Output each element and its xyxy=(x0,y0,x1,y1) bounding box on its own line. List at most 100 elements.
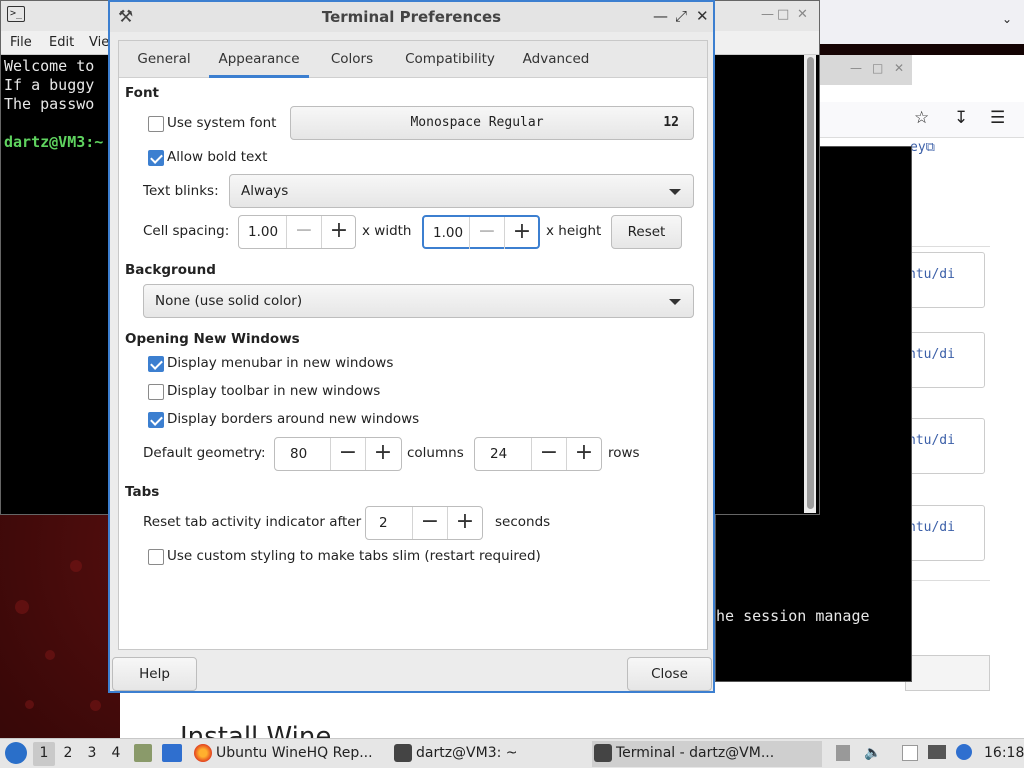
desktop-icon[interactable] xyxy=(162,744,182,762)
minus-icon[interactable]: − xyxy=(286,216,321,248)
reset-activity-value[interactable]: 2 xyxy=(379,515,388,531)
rows-value[interactable]: 24 xyxy=(490,446,507,462)
allow-bold-checkbox[interactable] xyxy=(148,150,164,166)
plus-icon[interactable]: + xyxy=(365,438,400,470)
minus-icon[interactable]: − xyxy=(330,438,365,470)
close-icon[interactable]: ✕ xyxy=(797,7,808,22)
plus-icon[interactable]: + xyxy=(321,216,356,248)
terminal-line: The passwo xyxy=(4,95,95,113)
menu-edit[interactable]: Edit xyxy=(49,35,74,50)
tab-compatibility[interactable]: Compatibility xyxy=(395,41,505,78)
cell-width-spinner[interactable]: 1.00 − + xyxy=(238,215,356,249)
tab-colors[interactable]: Colors xyxy=(319,41,385,78)
workspace-4[interactable]: 4 xyxy=(105,742,127,766)
task-label: dartz@VM3: ~ xyxy=(416,745,518,761)
plus-icon[interactable]: + xyxy=(504,217,539,249)
display-toolbar-label: Display toolbar in new windows xyxy=(167,383,381,399)
background-value: None (use solid color) xyxy=(155,293,303,309)
tab-general[interactable]: General xyxy=(129,41,199,78)
default-geometry-label: Default geometry: xyxy=(143,445,266,461)
text-blinks-select[interactable]: Always xyxy=(229,174,694,208)
start-menu-icon[interactable] xyxy=(5,742,27,764)
close-icon[interactable]: ✕ xyxy=(894,61,904,75)
upload-icon[interactable] xyxy=(836,745,850,761)
terminal-icon: >_ xyxy=(7,6,25,22)
network-icon[interactable] xyxy=(928,745,946,759)
task-firefox[interactable]: Ubuntu WineHQ Rep... xyxy=(192,741,382,767)
updates-icon[interactable] xyxy=(956,744,972,760)
minimize-icon[interactable]: — xyxy=(653,7,668,25)
display-menubar-checkbox[interactable] xyxy=(148,356,164,372)
bokeh-dot xyxy=(25,700,34,709)
maximize-icon[interactable]: □ xyxy=(872,61,883,75)
dialog-title: Terminal Preferences xyxy=(321,8,502,26)
plus-icon[interactable]: + xyxy=(447,507,482,539)
cell-height-spinner[interactable]: 1.00 − + xyxy=(422,215,540,249)
preferences-dialog: ⚒ Terminal Preferences — ⤢ ✕ General App… xyxy=(108,0,715,693)
workspace-2[interactable]: 2 xyxy=(57,742,79,766)
minus-icon[interactable]: − xyxy=(469,217,504,249)
section-new-windows: Opening New Windows xyxy=(125,331,300,347)
star-icon[interactable]: ☆ xyxy=(914,108,929,128)
browser-link[interactable]: ey⧉ xyxy=(910,140,935,155)
cell-height-value[interactable]: 1.00 xyxy=(433,225,463,241)
columns-value[interactable]: 80 xyxy=(290,446,307,462)
tab-appearance[interactable]: Appearance xyxy=(209,41,309,78)
task-label: Ubuntu WineHQ Rep... xyxy=(216,745,373,761)
section-tabs: Tabs xyxy=(125,484,160,500)
file-manager-icon[interactable] xyxy=(134,744,152,762)
dropdown-arrow-icon xyxy=(669,189,681,195)
browser-footer-box xyxy=(905,655,990,691)
allow-bold-label: Allow bold text xyxy=(167,149,268,165)
dialog-titlebar[interactable]: ⚒ Terminal Preferences — ⤢ ✕ xyxy=(110,2,713,32)
workspace-3[interactable]: 3 xyxy=(81,742,103,766)
minus-icon[interactable]: − xyxy=(531,438,566,470)
preferences-notebook: General Appearance Colors Compatibility … xyxy=(118,40,708,650)
text-blinks-label: Text blinks: xyxy=(143,183,219,199)
scrollbar-thumb[interactable] xyxy=(807,57,814,509)
clipboard-icon[interactable] xyxy=(902,745,918,761)
cell-width-value[interactable]: 1.00 xyxy=(248,224,278,240)
font-chooser-button[interactable]: Monospace Regular 12 xyxy=(290,106,694,140)
tab-advanced[interactable]: Advanced xyxy=(515,41,597,78)
firefox-icon xyxy=(194,744,212,762)
menu-view[interactable]: Vie xyxy=(89,35,109,50)
workspace-1[interactable]: 1 xyxy=(33,742,55,766)
terminal-icon xyxy=(594,744,612,762)
reset-spacing-button[interactable]: Reset xyxy=(611,215,682,249)
rows-spinner[interactable]: 24 − + xyxy=(474,437,602,471)
columns-spinner[interactable]: 80 − + xyxy=(274,437,402,471)
task-terminal[interactable]: dartz@VM3: ~ xyxy=(392,741,582,767)
menu-icon[interactable]: ☰ xyxy=(990,108,1005,128)
background-select[interactable]: None (use solid color) xyxy=(143,284,694,318)
close-icon[interactable]: ✕ xyxy=(696,7,709,25)
minimize-icon[interactable]: — xyxy=(850,61,862,75)
maximize-icon[interactable]: □ xyxy=(777,7,789,22)
display-toolbar-checkbox[interactable] xyxy=(148,384,164,400)
plus-icon[interactable]: + xyxy=(566,438,601,470)
menu-file[interactable]: File xyxy=(10,35,32,50)
slim-tabs-label: Use custom styling to make tabs slim (re… xyxy=(167,548,541,564)
section-font: Font xyxy=(125,85,160,101)
use-system-font-checkbox[interactable] xyxy=(148,116,164,132)
reset-activity-spinner[interactable]: 2 − + xyxy=(365,506,483,540)
clock: 16:18 xyxy=(984,745,1024,761)
terminal-prompt: dartz@VM3:~ xyxy=(4,133,104,151)
task-terminal-preferences[interactable]: Terminal - dartz@VM... xyxy=(592,741,822,767)
bokeh-dot xyxy=(15,600,29,614)
minimize-icon[interactable]: — xyxy=(761,7,774,22)
close-button[interactable]: Close xyxy=(627,657,712,691)
terminal-line: If a buggy xyxy=(4,76,95,94)
chevron-down-icon[interactable]: ⌄ xyxy=(1002,12,1012,26)
volume-icon[interactable]: 🔈 xyxy=(864,745,881,761)
slim-tabs-checkbox[interactable] xyxy=(148,549,164,565)
download-icon[interactable]: ↧ xyxy=(954,108,968,128)
maximize-icon[interactable]: ⤢ xyxy=(675,7,687,25)
help-button[interactable]: Help xyxy=(112,657,197,691)
minus-icon[interactable]: − xyxy=(412,507,447,539)
display-borders-checkbox[interactable] xyxy=(148,412,164,428)
appearance-page: Font Use system font Monospace Regular 1… xyxy=(119,78,707,649)
tab-bar: General Appearance Colors Compatibility … xyxy=(119,41,707,78)
terminal-scrollbar[interactable] xyxy=(804,55,816,513)
terminal-output: he session manage xyxy=(716,607,870,625)
